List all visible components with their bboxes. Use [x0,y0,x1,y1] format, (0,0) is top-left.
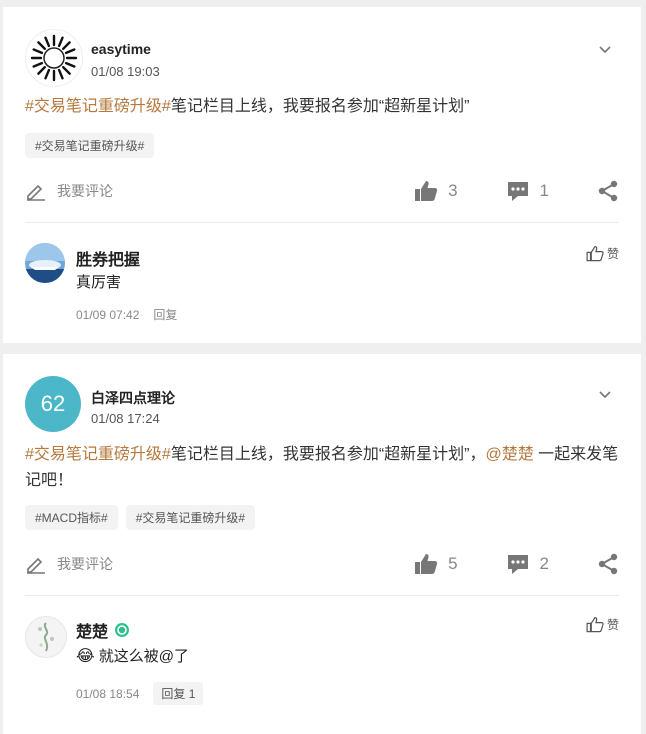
post-content: #交易笔记重磅升级#笔记栏目上线，我要报名参加“超新星计划”，@楚楚 一起来发笔… [25,442,619,494]
edit-icon [25,554,47,574]
like-button[interactable]: 3 [414,180,458,202]
thumbs-up-icon [414,180,438,202]
reply-button[interactable]: 回复 1 [153,682,204,705]
author-name[interactable]: 白泽四点理论 [91,388,175,408]
laughing-emoji-icon: 😂 [76,647,95,665]
divider [25,222,619,223]
reply-text-label: 就这么被@了 [98,648,189,665]
comments-button[interactable]: 1 [506,180,549,202]
reply-author-label: 胜券把握 [76,252,141,269]
author-name[interactable]: easytime [91,41,151,57]
post-text: 笔记栏目上线，我要报名参加“超新星计划” [170,98,470,115]
tag-chip[interactable]: #MACD指标# [25,505,118,530]
chevron-down-icon[interactable] [597,41,613,57]
post-text: 笔记栏目上线，我要报名参加“超新星计划”， [170,446,486,463]
avatar[interactable]: 62 [25,376,81,432]
reply-like-button[interactable]: 赞 [586,616,619,633]
reply-avatar[interactable] [25,243,65,283]
post-content: #交易笔记重磅升级#笔记栏目上线，我要报名参加“超新星计划” [25,94,619,120]
comment-count: 2 [539,554,549,573]
comment-bubble-icon [506,180,530,202]
reply-time: 01/09 07:42 [76,307,140,322]
like-count: 5 [448,554,458,573]
comment-count: 1 [539,181,549,200]
comment-button[interactable]: 我要评论 [25,554,113,574]
share-icon[interactable] [597,180,619,202]
reply-meta: 01/09 07:42 回复 [76,306,177,323]
reply-author-name[interactable]: 胜券把握 [76,246,140,270]
verified-badge-icon [114,622,130,638]
comment-placeholder: 我要评论 [57,183,113,199]
edit-icon [25,181,47,201]
thumbs-up-icon [414,553,438,575]
comment-button[interactable]: 我要评论 [25,181,113,201]
reply-text-label: 真厉害 [76,274,122,291]
action-bar: 我要评论 3 1 [25,178,619,204]
reply-time: 01/08 18:54 [76,686,140,701]
action-bar: 我要评论 5 2 [25,551,619,577]
reply-meta: 01/08 18:54 回复 1 [76,682,204,705]
hashtag-link[interactable]: #交易笔记重磅升级# [25,98,171,115]
reply-button[interactable]: 回复 [153,306,177,323]
like-button[interactable]: 5 [414,553,458,575]
avatar-text: 62 [40,391,66,416]
tag-list: #MACD指标# #交易笔记重磅升级# [25,505,256,530]
reply-text: 😂 就这么被@了 [76,645,189,666]
reply-text: 真厉害 [76,271,121,292]
post-card: easytime 01/08 19:03 #交易笔记重磅升级#笔记栏目上线，我要… [3,7,641,343]
post-time: 01/08 19:03 [91,64,160,79]
like-label: 赞 [606,247,619,261]
avatar[interactable] [25,29,83,87]
tag-list: #交易笔记重磅升级# [25,133,155,158]
thumbs-up-outline-icon [586,616,604,633]
post-time: 01/08 17:24 [91,411,160,426]
mention-link[interactable]: @楚楚 [485,446,533,463]
share-icon[interactable] [597,553,619,575]
divider [25,595,619,596]
reply-author-name[interactable]: 楚楚 [76,618,130,642]
tag-chip[interactable]: #交易笔记重磅升级# [25,133,155,158]
like-count: 3 [448,181,458,200]
comment-bubble-icon [506,553,530,575]
reply-author-label: 楚楚 [76,624,109,641]
comments-button[interactable]: 2 [506,553,549,575]
comment-placeholder: 我要评论 [57,556,113,572]
reply-like-button[interactable]: 赞 [586,245,619,262]
thumbs-up-outline-icon [586,245,604,262]
hashtag-link[interactable]: #交易笔记重磅升级# [25,446,171,463]
post-card: 62 白泽四点理论 01/08 17:24 #交易笔记重磅升级#笔记栏目上线，我… [3,354,641,734]
chevron-down-icon[interactable] [597,386,613,402]
like-label: 赞 [606,618,619,632]
tag-chip[interactable]: #交易笔记重磅升级# [125,505,256,530]
reply-avatar[interactable] [25,616,67,658]
